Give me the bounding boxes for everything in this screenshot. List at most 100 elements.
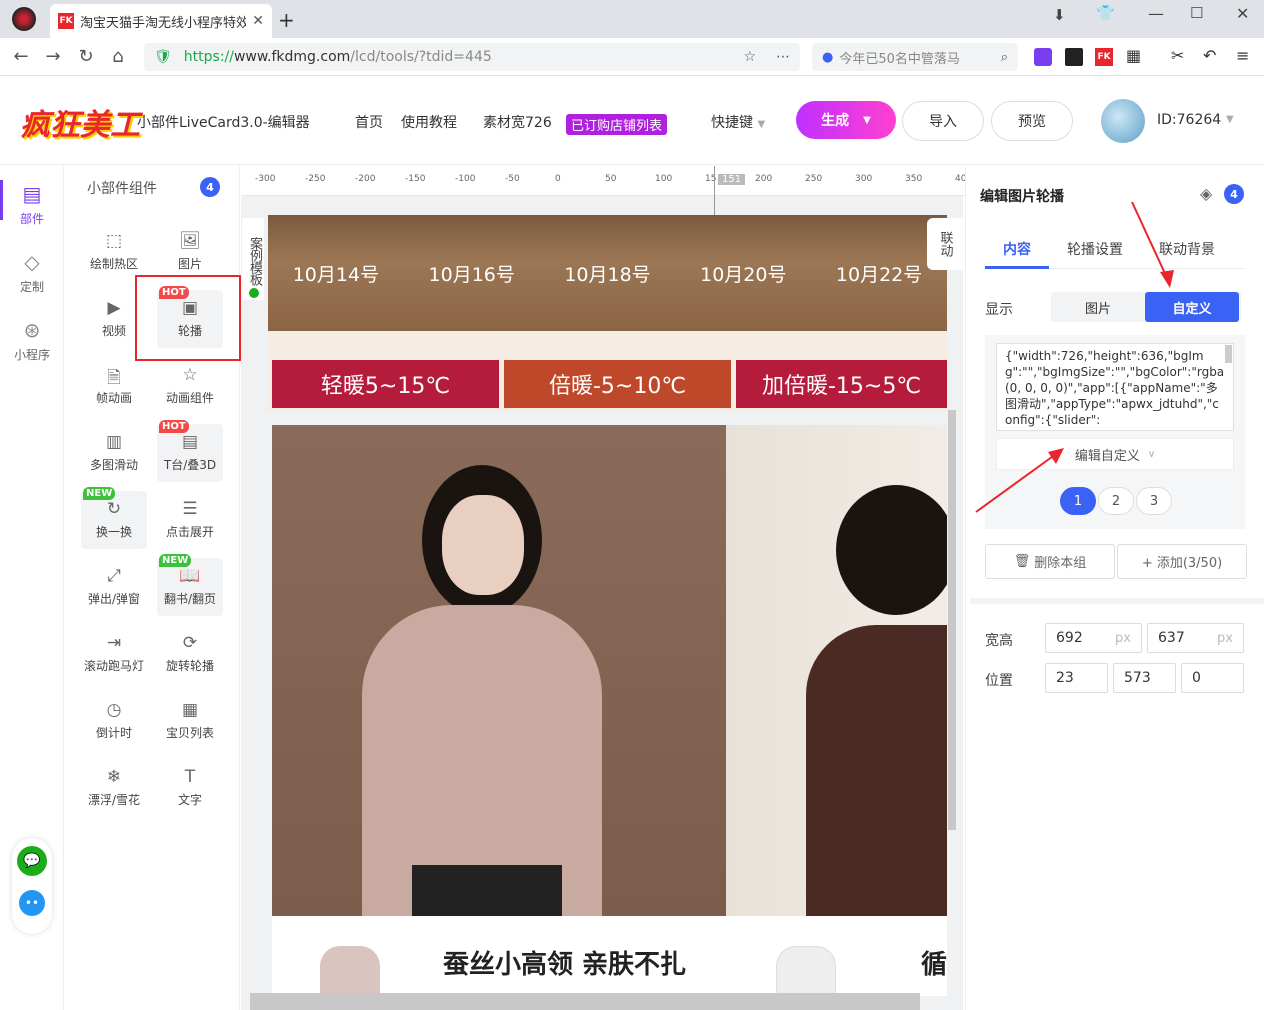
new-tab-icon[interactable]: +	[278, 8, 295, 32]
component-popup[interactable]: ⤢ 弹出/弹窗	[81, 558, 147, 616]
component-label: 宝贝列表	[165, 726, 214, 740]
component-label: 滚动跑马灯	[83, 659, 144, 673]
close-window-icon[interactable]: ✕	[1236, 4, 1249, 23]
component-label: 图片	[177, 257, 202, 271]
forward-icon[interactable]: →	[42, 46, 64, 67]
user-menu-chevron-icon[interactable]: ▼	[1226, 114, 1234, 125]
minimize-icon[interactable]: —	[1148, 4, 1164, 23]
browser-logo-icon[interactable]	[12, 7, 36, 31]
component-multi-slide[interactable]: ▥ 多图滑动	[81, 424, 147, 482]
address-bar[interactable]: 🛡 https:// www.fkdmg.com /lcd/tools/?tdi…	[144, 43, 800, 71]
text-icon: T	[184, 767, 196, 787]
component-marquee[interactable]: ⇥ 滚动跑马灯	[81, 625, 147, 683]
ruler-tick-label: -200	[355, 174, 376, 184]
extension-icon[interactable]: ⬇	[1053, 6, 1066, 24]
fk-ext-icon[interactable]: FK	[1095, 48, 1113, 66]
user-id[interactable]: ID:76264	[1157, 112, 1221, 128]
ruler-tick-label: -300	[255, 174, 276, 184]
multi-slide-icon: ▥	[105, 432, 123, 452]
home-icon[interactable]: ⌂	[107, 46, 129, 67]
component-star[interactable]: ☆ 动画组件	[157, 357, 223, 415]
pos-x-input[interactable]: 23	[1045, 663, 1108, 693]
chat-bot-icon[interactable]: ••	[19, 890, 45, 916]
shortcut-menu[interactable]: 快捷键 ▼	[711, 112, 765, 132]
linkage-tab[interactable]: 联动	[927, 218, 963, 270]
add-group-button[interactable]: + 添加(3/50)	[1117, 544, 1247, 579]
delete-group-button[interactable]: 🗑 删除本组	[985, 544, 1115, 579]
component-rotate[interactable]: ⟳ 旋转轮播	[157, 625, 223, 683]
diamond-icon: ◇	[24, 250, 40, 274]
rail-item-widgets[interactable]: ▤ 部件	[0, 182, 64, 227]
component-hotspot[interactable]: ⬚ 绘制热区	[81, 223, 147, 281]
horizontal-scrollbar[interactable]	[250, 993, 920, 1010]
temperature-tab[interactable]: 轻暖5~15℃	[272, 360, 499, 408]
temperature-tab[interactable]: 加倍暖-15~5℃	[736, 360, 947, 408]
component-expand[interactable]: ☰ 点击展开	[157, 491, 223, 549]
temperature-tab[interactable]: 倍暖-5~10℃	[504, 360, 731, 408]
subscribed-shops-badge[interactable]: 已订购店铺列表	[566, 114, 668, 135]
nav-home[interactable]: 首页	[355, 112, 383, 132]
ruler-tick-label: 350	[905, 174, 923, 184]
pos-y-input[interactable]: 573	[1113, 663, 1176, 693]
date-label: 10月20号	[700, 263, 787, 286]
component-book[interactable]: NEW 📖 翻书/翻页	[157, 554, 223, 616]
image-icon: 🖼	[179, 231, 201, 251]
model-photo-2[interactable]	[726, 425, 947, 916]
url-path: /lcd/tools/?tdid=445	[350, 49, 492, 65]
back-icon[interactable]: ←	[10, 46, 32, 67]
component-frame[interactable]: 🗎 帧动画	[81, 357, 147, 415]
textarea-scrollbar[interactable]	[1225, 345, 1232, 363]
apps-grid-icon[interactable]: ▦	[1126, 46, 1141, 65]
nav-material-width[interactable]: 素材宽726	[483, 112, 552, 132]
component-text[interactable]: T 文字	[157, 759, 223, 817]
hotspot-icon: ⬚	[105, 231, 123, 251]
nav-tutorial[interactable]: 使用教程	[401, 112, 457, 132]
component-label: 文字	[177, 793, 202, 807]
maximize-icon[interactable]: ☐	[1190, 4, 1203, 22]
brand-logo[interactable]: 疯狂美工	[20, 100, 140, 144]
pos-z-input[interactable]: 0	[1181, 663, 1244, 693]
search-icon[interactable]: ⌕	[1001, 50, 1008, 65]
layers-icon[interactable]: ◈	[1200, 184, 1212, 203]
component-label: 弹出/弹窗	[87, 592, 141, 606]
avatar[interactable]	[1101, 99, 1145, 143]
close-tab-icon[interactable]: ✕	[252, 13, 264, 29]
model-photo-1[interactable]	[272, 425, 726, 916]
shirt-icon[interactable]: 👕	[1096, 4, 1115, 22]
component-clock[interactable]: ◷ 倒计时	[81, 692, 147, 750]
undo-icon[interactable]: ↶	[1203, 46, 1216, 65]
browser-search-box[interactable]: ● 今年已50名中管落马 ⌕	[812, 43, 1018, 71]
width-input[interactable]: 692 px	[1045, 623, 1142, 653]
clock-icon: ◷	[106, 700, 122, 720]
app-title: 小部件LiveCard3.0-编辑器	[137, 115, 310, 131]
search-input[interactable]: 今年已50名中管落马	[839, 48, 960, 67]
component-snowflake[interactable]: ❄ 漂浮/雪花	[81, 759, 147, 817]
vertical-scrollbar[interactable]	[948, 410, 956, 830]
ruler-tick-label: -100	[455, 174, 476, 184]
component-image[interactable]: 🖼 图片	[157, 223, 223, 281]
ruler-tick-label: -250	[305, 174, 326, 184]
rail-item-custom[interactable]: ◇ 定制	[0, 250, 64, 295]
component-refresh[interactable]: NEW ↻ 换一换	[81, 487, 147, 549]
import-button[interactable]: 导入	[902, 101, 984, 141]
height-input[interactable]: 637 px	[1147, 623, 1244, 653]
wechat-icon[interactable]: 💬	[17, 846, 47, 876]
browser-tab[interactable]: FK 淘宝天猫手淘无线小程序特效 ✕	[50, 4, 272, 38]
generate-button[interactable]: 生成 ▼	[796, 101, 896, 139]
mini-program-icon: ⊛	[23, 318, 41, 342]
bookmark-star-icon[interactable]: ☆	[743, 49, 756, 65]
ruler-marker: 151	[718, 174, 746, 185]
lightning-ext-icon[interactable]	[1034, 48, 1052, 66]
url-scheme: https://	[183, 49, 234, 65]
more-dots-icon[interactable]: ⋯	[776, 49, 790, 65]
book-icon: 📖	[179, 566, 201, 586]
rail-item-mini-program[interactable]: ⊛ 小程序	[0, 318, 64, 363]
component-grid-list[interactable]: ▦ 宝贝列表	[157, 692, 223, 750]
piano-ext-icon[interactable]	[1065, 48, 1083, 66]
status-dot	[249, 288, 259, 298]
preview-button[interactable]: 预览	[991, 101, 1073, 141]
scissors-icon[interactable]: ✂	[1171, 46, 1184, 65]
reload-icon[interactable]: ↻	[75, 46, 97, 67]
component-stage-3d[interactable]: HOT ▤ T台/叠3D	[157, 420, 223, 482]
menu-icon[interactable]: ≡	[1236, 46, 1249, 65]
